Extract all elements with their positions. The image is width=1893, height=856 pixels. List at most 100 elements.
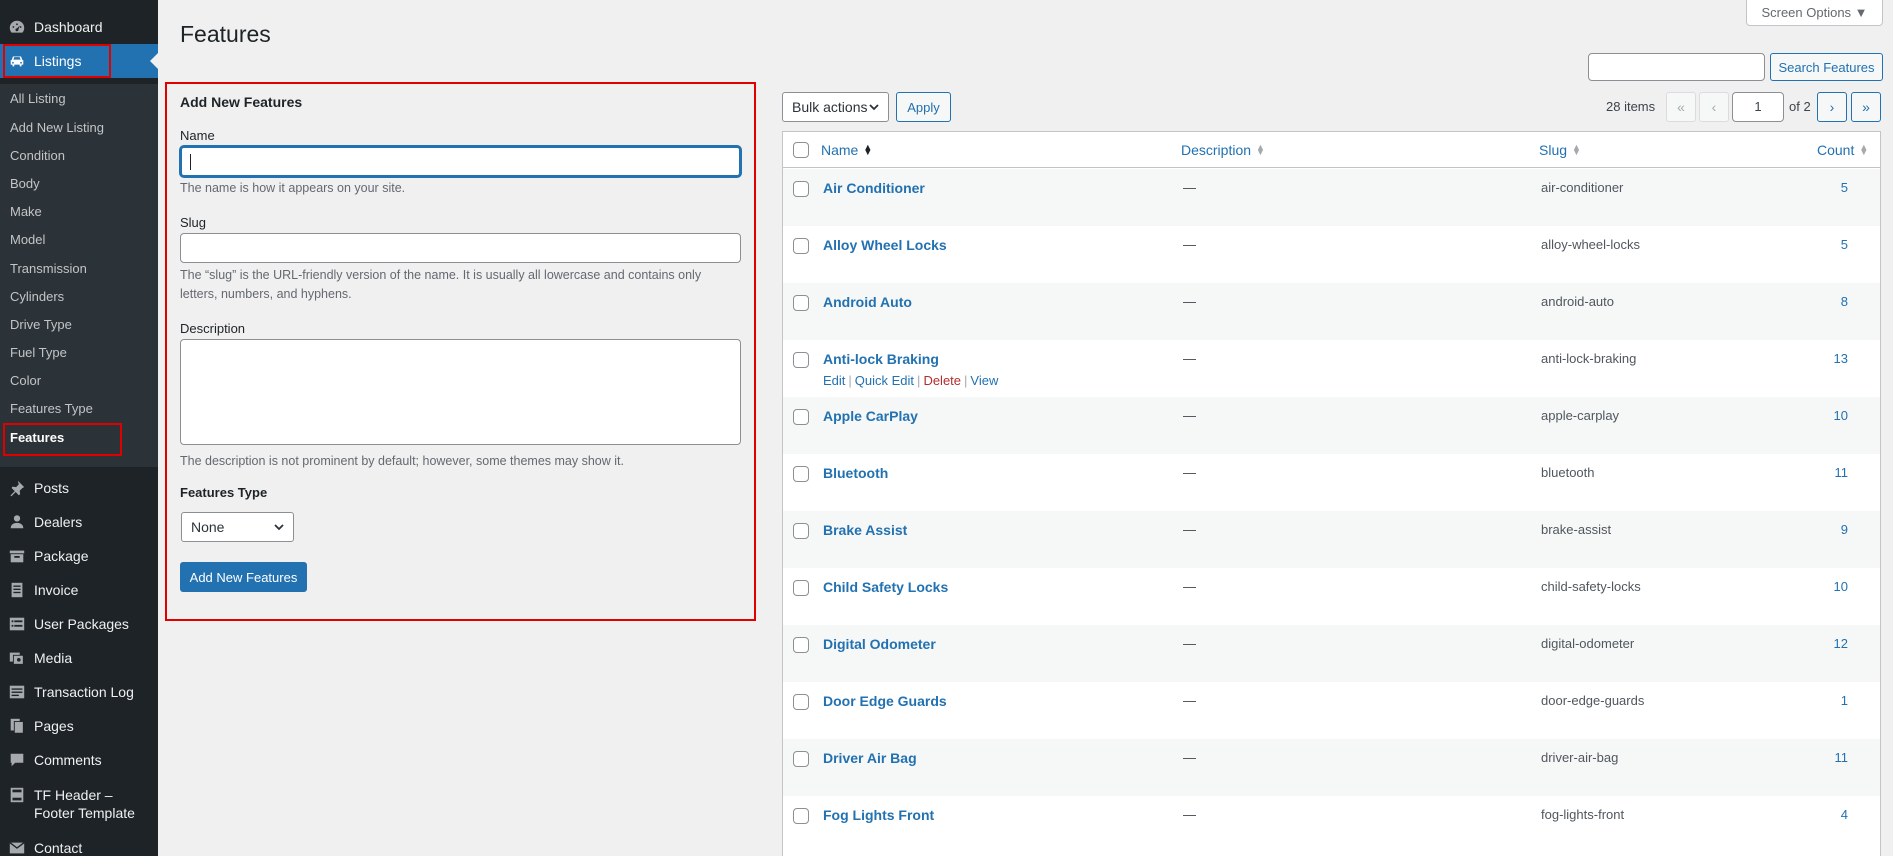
menu-invoice[interactable]: Invoice [0,573,158,607]
submenu-color[interactable]: Color [10,373,41,389]
menu-comments[interactable]: Comments [0,743,158,777]
row-description: — [1183,408,1196,423]
column-description-label: Description [1181,142,1252,158]
row-name-link[interactable]: Anti-lock Braking [823,351,939,367]
table-row: Bluetooth — bluetooth 11 [783,454,1880,511]
view-link[interactable]: View [970,373,998,388]
search-features-button[interactable]: Search Features [1770,53,1883,81]
column-description[interactable]: Description ▲ ▼ [1181,142,1265,158]
row-checkbox[interactable] [793,694,809,710]
row-checkbox[interactable] [793,238,809,254]
row-checkbox[interactable] [793,466,809,482]
menu-contact[interactable]: Contact [0,831,158,856]
row-checkbox[interactable] [793,751,809,767]
edit-link[interactable]: Edit [823,373,845,388]
row-checkbox[interactable] [793,181,809,197]
row-count-link[interactable]: 10 [1834,579,1848,594]
row-name-link[interactable]: Apple CarPlay [823,408,918,424]
row-name-link[interactable]: Bluetooth [823,465,888,481]
chevron-down-icon [869,104,879,111]
row-checkbox[interactable] [793,409,809,425]
row-name-link[interactable]: Air Conditioner [823,180,925,196]
row-count-link[interactable]: 8 [1841,294,1848,309]
description-label: Description [180,321,246,336]
table-row: Android Auto — android-auto 8 [783,283,1880,340]
next-page-button[interactable]: › [1817,92,1847,122]
submenu-add-new-listing[interactable]: Add New Listing [10,120,104,136]
select-all-checkbox[interactable] [793,142,809,158]
submenu-drive-type[interactable]: Drive Type [10,317,72,333]
row-name-link[interactable]: Android Auto [823,294,912,310]
submenu-cylinders[interactable]: Cylinders [10,289,64,305]
column-name[interactable]: Name ▲ ▼ [821,142,872,158]
submenu-transmission[interactable]: Transmission [10,261,87,277]
row-count-link[interactable]: 1 [1841,693,1848,708]
submenu-model[interactable]: Model [10,232,45,248]
screen-options-button[interactable]: Screen Options ▼ [1746,0,1883,26]
delete-link[interactable]: Delete [923,373,961,388]
column-count[interactable]: Count ▲ ▼ [1817,142,1868,158]
last-page-button[interactable]: » [1851,92,1881,122]
submenu-condition[interactable]: Condition [10,148,65,164]
menu-dealers[interactable]: Dealers [0,505,158,539]
menu-user-packages[interactable]: User Packages [0,607,158,641]
menu-package-label: Package [34,547,89,564]
row-count-link[interactable]: 9 [1841,522,1848,537]
row-count-link[interactable]: 11 [1835,465,1849,480]
highlight-listings [3,44,111,78]
row-checkbox[interactable] [793,295,809,311]
menu-media[interactable]: Media [0,641,158,675]
row-count-link[interactable]: 5 [1841,180,1848,195]
submenu-make[interactable]: Make [10,204,42,220]
row-name-link[interactable]: Door Edge Guards [823,693,947,709]
menu-pages[interactable]: Pages [0,709,158,743]
sort-icon: ▲ ▼ [1256,142,1265,157]
column-count-label: Count [1817,142,1855,158]
row-count-link[interactable]: 12 [1834,636,1848,651]
row-description: — [1183,180,1196,195]
bulk-actions-selected: Bulk actions [792,99,868,115]
row-checkbox[interactable] [793,808,809,824]
features-type-select[interactable]: None [181,512,294,542]
row-name-link[interactable]: Brake Assist [823,522,907,538]
row-count-link[interactable]: 5 [1841,237,1848,252]
row-name-link[interactable]: Child Safety Locks [823,579,948,595]
column-slug[interactable]: Slug ▲ ▼ [1539,142,1581,158]
slug-input[interactable] [180,233,741,263]
table-row: Brake Assist — brake-assist 9 [783,511,1880,568]
dashboard-icon [8,18,26,36]
menu-tf-header-footer[interactable]: TF Header – Footer Template [0,778,158,826]
description-textarea[interactable] [180,339,741,445]
menu-transaction-log[interactable]: Transaction Log [0,675,158,709]
menu-dashboard[interactable]: Dashboard [0,10,158,44]
row-name-link[interactable]: Fog Lights Front [823,807,934,823]
row-name-link[interactable]: Digital Odometer [823,636,936,652]
row-count-link[interactable]: 11 [1835,750,1849,765]
current-page-input[interactable]: 1 [1732,92,1784,122]
name-input[interactable] [180,146,741,177]
submenu-body[interactable]: Body [10,176,40,192]
row-count-link[interactable]: 13 [1834,351,1848,366]
row-count-link[interactable]: 4 [1841,807,1848,822]
menu-dashboard-label: Dashboard [34,18,103,35]
chevron-down-icon [274,524,284,531]
row-checkbox[interactable] [793,580,809,596]
submenu-fuel-type[interactable]: Fuel Type [10,345,67,361]
row-checkbox[interactable] [793,637,809,653]
add-new-features-button[interactable]: Add New Features [180,562,307,592]
apply-button[interactable]: Apply [896,92,951,122]
admin-sidebar: Dashboard Listings All Listing Add New L… [0,0,158,856]
row-name-link[interactable]: Alloy Wheel Locks [823,237,947,253]
row-name-link[interactable]: Driver Air Bag [823,750,917,766]
submenu-all-listing[interactable]: All Listing [10,91,66,107]
row-checkbox[interactable] [793,523,809,539]
row-slug: brake-assist [1541,522,1612,537]
submenu-features-type[interactable]: Features Type [10,401,93,417]
quick-edit-link[interactable]: Quick Edit [855,373,914,388]
search-input[interactable] [1588,53,1765,81]
row-checkbox[interactable] [793,352,809,368]
menu-posts[interactable]: Posts [0,471,158,505]
row-count-link[interactable]: 10 [1834,408,1848,423]
bulk-actions-select[interactable]: Bulk actions [782,92,889,122]
menu-package[interactable]: Package [0,539,158,573]
